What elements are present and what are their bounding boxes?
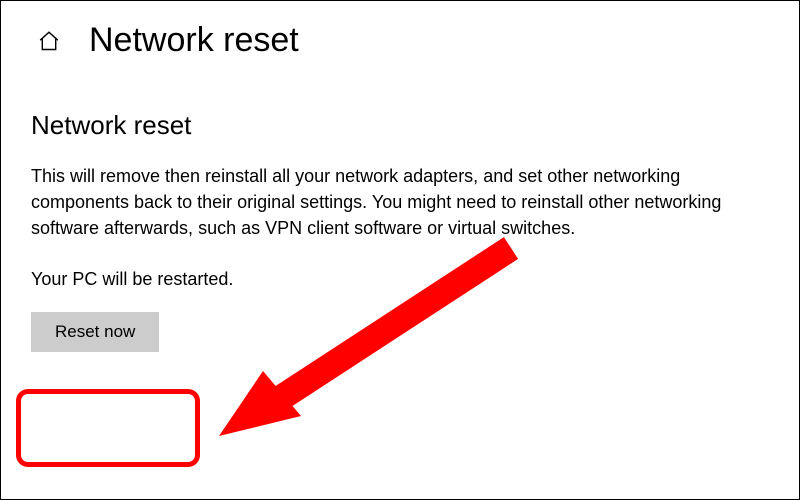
content-area: Network reset This will remove then rein… — [1, 70, 799, 352]
description-text: This will remove then reinstall all your… — [31, 163, 741, 241]
restart-note: Your PC will be restarted. — [31, 269, 769, 290]
home-icon[interactable] — [37, 29, 61, 53]
annotation-highlight-box — [16, 389, 200, 467]
header: Network reset — [1, 1, 799, 70]
page-title: Network reset — [89, 21, 299, 60]
section-title: Network reset — [31, 110, 769, 141]
reset-now-button[interactable]: Reset now — [31, 312, 159, 352]
